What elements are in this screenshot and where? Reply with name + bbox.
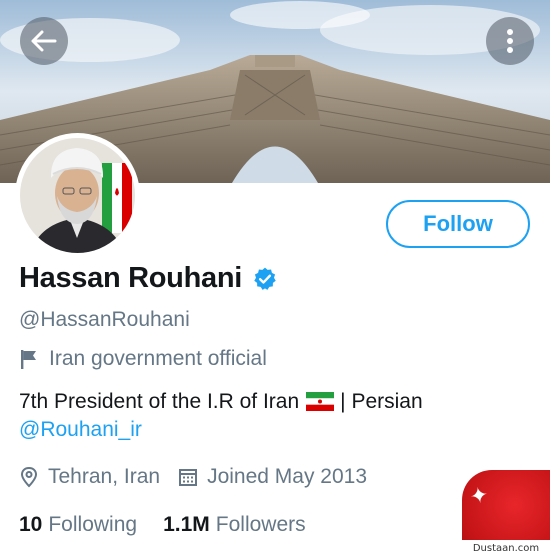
avatar[interactable] (15, 133, 140, 258)
followers-label: Followers (215, 513, 306, 536)
profile-meta: Tehran, Iran Joined May 2013 (19, 465, 367, 489)
verified-badge-icon (254, 267, 276, 290)
joined-date-text: Joined May 2013 (207, 465, 368, 488)
arrow-left-icon (31, 30, 57, 52)
watermark-logo: ✦ Dustaan.com (462, 470, 550, 557)
watermark-site-text: Dustaan.com (462, 540, 550, 557)
profile-photo (20, 138, 135, 253)
location-pin-icon (20, 466, 38, 488)
following-label: Following (48, 513, 138, 536)
flag-icon (21, 350, 36, 369)
followers-stat[interactable]: 1.1M Followers (163, 513, 306, 537)
bio-mention-link[interactable]: @Rouhani_ir (19, 418, 142, 442)
back-button[interactable] (20, 17, 68, 65)
profile-name-row: Hassan Rouhani (19, 262, 278, 295)
profile-handle: @HassanRouhani (19, 308, 190, 331)
following-count: 10 (19, 513, 43, 536)
profile-name: Hassan Rouhani (19, 262, 243, 294)
follow-button[interactable]: Follow (386, 200, 530, 248)
bio-text: 7th President of the I.R of Iran (19, 390, 300, 413)
bio-suffix: | Persian (340, 390, 423, 413)
followers-count: 1.1M (163, 513, 210, 536)
location-text: Tehran, Iran (48, 465, 161, 488)
government-label-text: Iran government official (49, 347, 267, 370)
calendar-icon (179, 469, 198, 486)
government-label: Iran government official (19, 347, 267, 371)
iran-flag-icon (306, 392, 335, 411)
profile-stats: 10 Following 1.1M Followers (19, 513, 306, 537)
watermark-logo-text: ✦ (467, 482, 491, 511)
following-stat[interactable]: 10 Following (19, 513, 137, 537)
profile-bio: 7th President of the I.R of Iran | Persi… (19, 387, 423, 417)
vertical-dots-icon (507, 29, 513, 53)
more-options-button[interactable] (486, 17, 534, 65)
